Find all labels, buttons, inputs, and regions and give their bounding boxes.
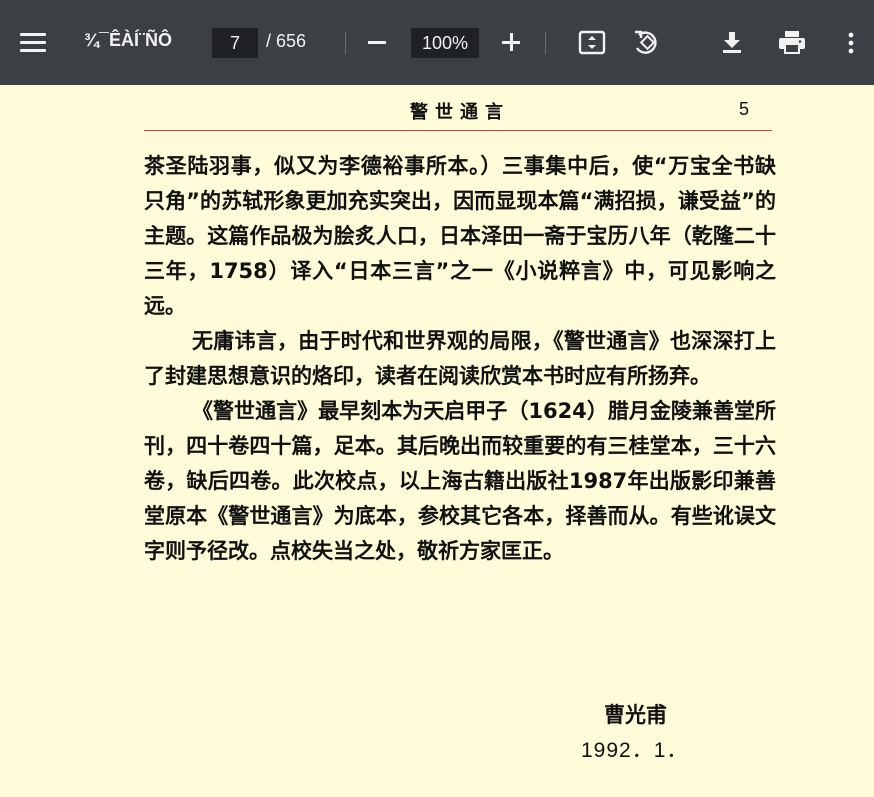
body-text: 茶圣陆羽事，似又为李德裕事所本。）三事集中后，使“万宝全书缺只角”的苏轼形象更加… (144, 149, 776, 569)
pdf-toolbar: ¾¯ÊÀÍ¨ÑÔ / 656 100% (0, 0, 874, 85)
author-signature: 曹光甫 (604, 703, 667, 727)
plus-icon[interactable] (500, 31, 522, 53)
fit-page-icon[interactable] (578, 30, 606, 60)
menu-icon[interactable] (20, 33, 46, 53)
rotate-icon[interactable] (631, 28, 661, 62)
toolbar-divider (345, 32, 346, 54)
more-vert-icon[interactable] (847, 32, 855, 58)
print-icon[interactable] (778, 30, 806, 58)
pdf-page: 警世通言 5 茶圣陆羽事，似又为李德裕事所本。）三事集中后，使“万宝全书缺只角”… (0, 85, 874, 797)
date: 1992．1． (581, 739, 689, 762)
paragraph: 无庸讳言，由于时代和世界观的局限，《警世通言》也深深打上了封建思想意识的烙印，读… (144, 329, 776, 388)
toolbar-divider (545, 32, 546, 54)
zoom-level-input[interactable]: 100% (411, 28, 479, 58)
page-number-input[interactable] (212, 28, 258, 58)
paragraph: 茶圣陆羽事，似又为李德裕事所本。）三事集中后，使“万宝全书缺只角”的苏轼形象更加… (144, 154, 776, 318)
running-header-title: 警世通言 (410, 102, 510, 123)
download-icon[interactable] (721, 30, 743, 58)
page-total: / 656 (266, 31, 307, 51)
running-header-page-number: 5 (739, 99, 750, 119)
minus-icon[interactable] (366, 31, 388, 53)
header-rule (144, 130, 772, 131)
paragraph: 《警世通言》最早刻本为天启甲子（1624）腊月金陵兼善堂所刊，四十卷四十篇，足本… (144, 399, 776, 563)
document-title: ¾¯ÊÀÍ¨ÑÔ (84, 30, 172, 50)
